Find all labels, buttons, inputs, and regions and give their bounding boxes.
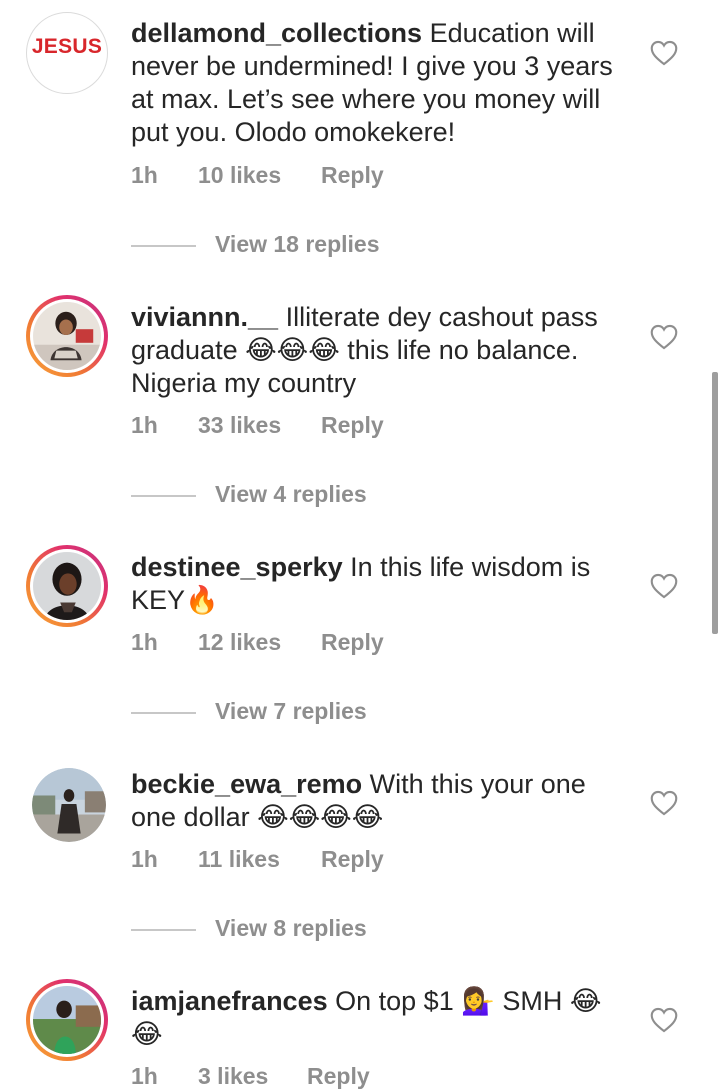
avatar[interactable] [26, 979, 108, 1061]
reply-button[interactable]: Reply [321, 412, 384, 439]
avatar[interactable] [26, 545, 108, 627]
comment-likes[interactable]: 10 likes [198, 162, 281, 189]
avatar-logo-text: JESUS [31, 35, 103, 58]
comment-username[interactable]: dellamond_collections [131, 18, 422, 48]
reply-button[interactable]: Reply [321, 846, 384, 873]
avatar[interactable] [32, 768, 106, 842]
comment-likes[interactable]: 12 likes [198, 629, 281, 656]
reply-button[interactable]: Reply [307, 1063, 370, 1090]
view-replies-label: View 18 replies [215, 231, 380, 257]
divider-line [131, 495, 196, 497]
comment-username[interactable]: beckie_ewa_remo [131, 769, 362, 799]
reply-button[interactable]: Reply [321, 629, 384, 656]
heart-icon[interactable] [650, 1007, 678, 1033]
comment-username[interactable]: viviannn.__ [131, 302, 278, 332]
view-replies-label: View 4 replies [215, 481, 367, 507]
comment-body: beckie_ewa_remo With this your one one d… [131, 768, 631, 834]
comment-time: 1h [131, 846, 158, 872]
comment-body: destinee_sperky In this life wisdom is K… [131, 551, 631, 617]
divider-line [131, 712, 196, 714]
heart-icon[interactable] [650, 324, 678, 350]
heart-icon[interactable] [650, 573, 678, 599]
comment-body: iamjanefrances On top $1 💁‍♀️ SMH 😂😂 [131, 985, 631, 1051]
scrollbar[interactable] [712, 372, 718, 634]
comment-likes[interactable]: 11 likes [198, 846, 280, 873]
comment-likes[interactable]: 3 likes [198, 1063, 268, 1090]
divider-line [131, 245, 196, 247]
reply-button[interactable]: Reply [321, 162, 384, 189]
heart-icon[interactable] [650, 40, 678, 66]
comment-body: viviannn.__ Illiterate dey cashout pass … [131, 301, 631, 400]
heart-icon[interactable] [650, 790, 678, 816]
avatar[interactable]: JESUS [26, 12, 108, 94]
avatar-photo [32, 768, 106, 842]
avatar-photo [33, 302, 101, 370]
comment-time: 1h [131, 1063, 158, 1089]
comment-time: 1h [131, 629, 158, 655]
avatar-photo [33, 552, 101, 620]
comment-username[interactable]: destinee_sperky [131, 552, 343, 582]
comment-body: dellamond_collections Education will nev… [131, 17, 631, 149]
avatar-photo [33, 986, 101, 1054]
comment-likes[interactable]: 33 likes [198, 412, 281, 439]
comment-time: 1h [131, 412, 158, 438]
comment-time: 1h [131, 162, 158, 188]
view-replies-label: View 7 replies [215, 698, 367, 724]
view-replies-label: View 8 replies [215, 915, 367, 941]
avatar[interactable] [26, 295, 108, 377]
divider-line [131, 929, 196, 931]
comment-username[interactable]: iamjanefrances [131, 986, 328, 1016]
